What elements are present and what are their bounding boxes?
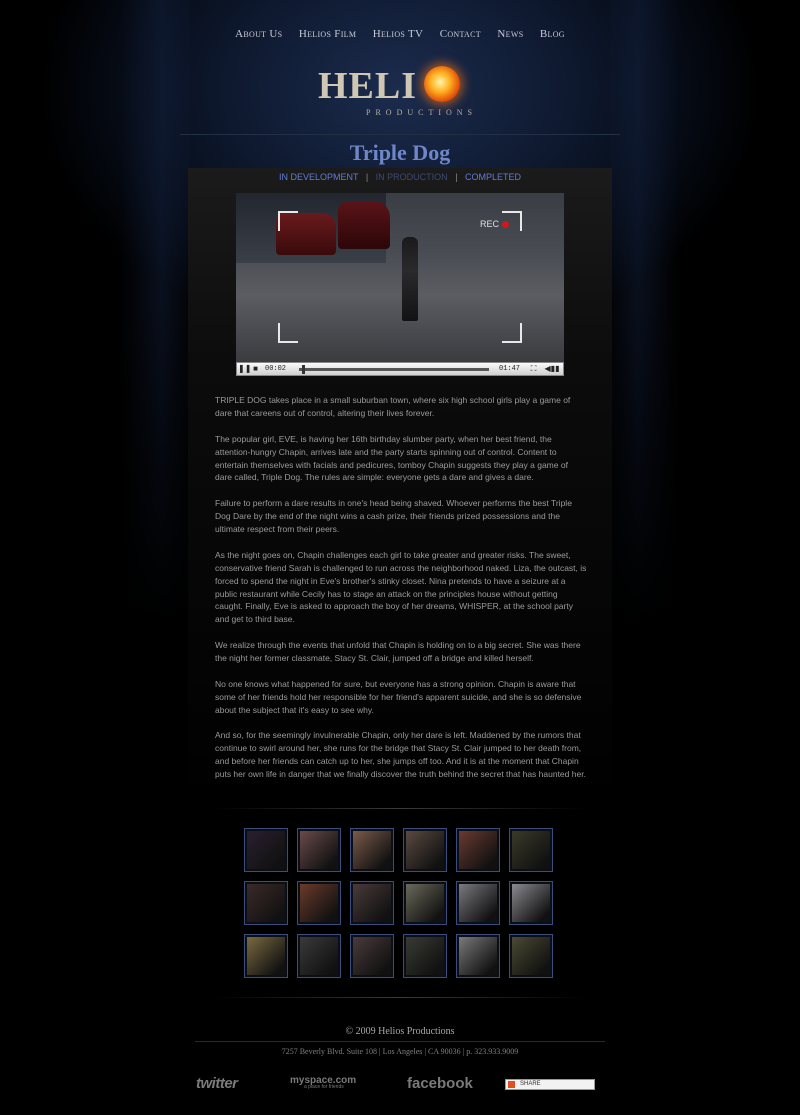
- synopsis-paragraph: The popular girl, EVE, is having her 16t…: [215, 433, 568, 483]
- thumbnail-image: [353, 937, 391, 975]
- twitter-link[interactable]: twitter: [196, 1075, 238, 1092]
- gallery-thumbnail[interactable]: [297, 881, 341, 925]
- plus-icon: [508, 1081, 515, 1088]
- project-status-nav: IN DEVELOPMENT | IN PRODUCTION | COMPLET…: [0, 172, 800, 182]
- section-divider: [212, 808, 588, 809]
- stop-icon[interactable]: ■: [250, 364, 261, 374]
- thumbnail-image: [247, 831, 285, 869]
- subnav-separator: |: [455, 172, 458, 182]
- logo-tagline: PRODUCTIONS: [366, 108, 478, 117]
- seek-handle[interactable]: [301, 365, 305, 374]
- thumbnail-image: [300, 831, 338, 869]
- synopsis: TRIPLE DOG takes place in a small suburb…: [215, 394, 587, 794]
- nav-helios-tv[interactable]: Helios TV: [373, 28, 424, 40]
- page-title: Triple Dog: [349, 140, 451, 165]
- subnav-separator: |: [365, 172, 369, 182]
- thumbnail-image: [406, 831, 444, 869]
- address: 7257 Beverly Blvd. Suite 108 | Los Angel…: [281, 1047, 519, 1056]
- thumbnail-image: [247, 884, 285, 922]
- synopsis-paragraph: As the night goes on, Chapin challenges …: [215, 549, 587, 625]
- sun-icon: [424, 66, 460, 102]
- facebook-link[interactable]: facebook: [407, 1075, 473, 1092]
- thumbnail-image: [459, 884, 497, 922]
- gallery-thumbnail[interactable]: [350, 881, 394, 925]
- nav-blog[interactable]: Blog: [540, 28, 565, 40]
- header-divider: [180, 134, 620, 135]
- volume-icon[interactable]: ◀▮▮: [542, 364, 562, 374]
- frame-corner: [278, 323, 298, 343]
- tab-completed[interactable]: COMPLETED: [465, 172, 521, 182]
- section-divider: [212, 997, 588, 998]
- video-controls: ❚❚ ■ 00:02 01:47 ⛶ ◀▮▮: [236, 362, 564, 376]
- share-label: SHARE: [520, 1081, 541, 1087]
- thumbnail-image: [512, 884, 550, 922]
- record-dot-icon: [502, 221, 510, 228]
- gallery-thumbnail[interactable]: [403, 828, 447, 872]
- thumbnail-image: [512, 831, 550, 869]
- thumbnail-image: [247, 937, 285, 975]
- gallery-thumbnail[interactable]: [403, 934, 447, 978]
- thumbnail-image: [459, 831, 497, 869]
- seek-track[interactable]: [299, 368, 489, 371]
- footer-divider: [195, 1041, 605, 1042]
- rec-indicator: REC: [480, 219, 510, 229]
- thumbnail-image: [406, 884, 444, 922]
- synopsis-paragraph: And so, for the seemingly invulnerable C…: [215, 730, 586, 780]
- frame-corner: [502, 323, 522, 343]
- main-nav: About Us Helios Film Helios TV Contact N…: [0, 24, 800, 42]
- fullscreen-icon[interactable]: ⛶: [528, 364, 539, 374]
- gallery-thumbnail[interactable]: [244, 828, 288, 872]
- tab-in-production[interactable]: IN PRODUCTION: [376, 172, 448, 182]
- thumbnail-image: [459, 937, 497, 975]
- video-frame[interactable]: REC: [236, 193, 564, 363]
- gallery-thumbnail[interactable]: [297, 934, 341, 978]
- nav-contact[interactable]: Contact: [440, 28, 481, 40]
- pause-icon[interactable]: ❚❚: [238, 364, 251, 374]
- thumbnail-image: [512, 937, 550, 975]
- nav-news[interactable]: News: [497, 28, 523, 40]
- nav-about-us[interactable]: About Us: [235, 28, 282, 40]
- gallery-thumbnail[interactable]: [456, 881, 500, 925]
- gallery-thumbnail[interactable]: [297, 828, 341, 872]
- gallery-thumbnail[interactable]: [509, 881, 553, 925]
- synopsis-paragraph: We realize through the events that unfol…: [215, 640, 581, 664]
- synopsis-paragraph: No one knows what happened for sure, but…: [215, 678, 582, 715]
- gallery-thumbnail[interactable]: [509, 828, 553, 872]
- thumbnail-image: [406, 937, 444, 975]
- nav-helios-film[interactable]: Helios Film: [299, 28, 356, 40]
- gallery-thumbnail[interactable]: [244, 881, 288, 925]
- gallery-thumbnail[interactable]: [456, 934, 500, 978]
- gallery-thumbnail[interactable]: [456, 828, 500, 872]
- thumbnail-image: [300, 884, 338, 922]
- thumbnail-image: [353, 831, 391, 869]
- tab-in-development[interactable]: IN DEVELOPMENT: [279, 172, 358, 182]
- share-button[interactable]: SHARE: [505, 1079, 595, 1090]
- copyright: © 2009 Helios Productions: [345, 1026, 455, 1037]
- synopsis-paragraph: Failure to perform a dare results in one…: [215, 498, 572, 535]
- synopsis-paragraph: TRIPLE DOG takes place in a small suburb…: [215, 395, 571, 418]
- helios-logo[interactable]: HELI S PRODUCTIONS: [318, 64, 488, 120]
- frame-corner: [278, 211, 298, 231]
- myspace-link[interactable]: myspace.com a place for friends: [290, 1075, 356, 1090]
- gallery-thumbnail[interactable]: [244, 934, 288, 978]
- elapsed-time: 00:02: [265, 365, 287, 373]
- thumbnail-image: [300, 937, 338, 975]
- thumbnail-image: [353, 884, 391, 922]
- gallery-thumbnail[interactable]: [509, 934, 553, 978]
- camcorder-overlay: [278, 211, 522, 343]
- rec-label: REC: [480, 219, 500, 229]
- duration-time: 01:47: [499, 365, 521, 373]
- gallery-thumbnail[interactable]: [350, 934, 394, 978]
- gallery-thumbnail[interactable]: [403, 881, 447, 925]
- gallery-thumbnail[interactable]: [350, 828, 394, 872]
